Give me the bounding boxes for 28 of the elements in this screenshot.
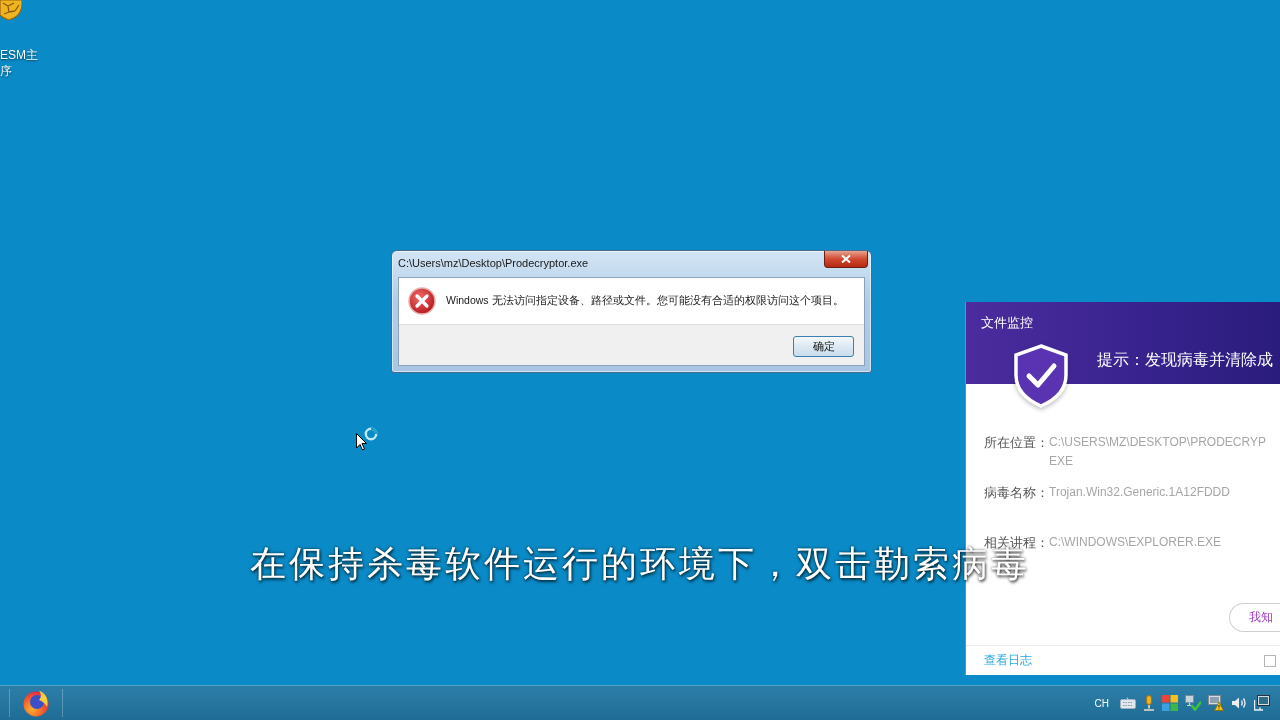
keyboard-icon[interactable] xyxy=(1120,697,1136,709)
error-icon xyxy=(408,287,436,315)
view-log-link[interactable]: 查看日志 xyxy=(984,652,1032,669)
field-label: 病毒名称： xyxy=(984,484,1049,502)
field-value: C:\WINDOWS\EXPLORER.EXE xyxy=(1049,534,1222,551)
microphone-icon[interactable] xyxy=(1143,695,1155,711)
acknowledge-button[interactable]: 我知 xyxy=(1229,603,1280,632)
field-value: Trojan.Win32.Generic.1A12FDDD xyxy=(1049,484,1230,501)
field-value: C:\USERS\MZ\DESKTOP\PRODECRYP EXE xyxy=(1049,434,1266,470)
arrow-cursor-icon xyxy=(356,433,367,451)
close-button[interactable] xyxy=(824,251,868,268)
dialog-message: Windows 无法访问指定设备、路径或文件。您可能没有合适的权限访问这个项目。 xyxy=(446,294,844,308)
monitor-check-icon[interactable] xyxy=(1185,695,1201,711)
dialog-title: C:\Users\mz\Desktop\Prodecryptor.exe xyxy=(398,256,589,270)
close-icon xyxy=(841,255,851,263)
alert-heading: 提示：发现病毒并清除成 xyxy=(1097,350,1273,370)
speaker-icon[interactable] xyxy=(1231,695,1247,711)
emblem-icon[interactable] xyxy=(0,0,22,20)
four-squares-icon[interactable] xyxy=(1162,695,1178,711)
warning-monitor-icon[interactable] xyxy=(1208,695,1224,711)
field-label: 所在位置： xyxy=(984,434,1049,452)
checkbox[interactable] xyxy=(1264,654,1276,667)
network-icon[interactable] xyxy=(1254,695,1270,711)
desktop-icon-label[interactable]: ESM主 序 xyxy=(0,47,38,79)
language-indicator[interactable]: CH xyxy=(1094,697,1109,709)
panel-title: 文件监控 xyxy=(981,314,1033,332)
ok-button[interactable]: 确定 xyxy=(793,336,854,357)
fox-globe-icon xyxy=(22,689,50,717)
